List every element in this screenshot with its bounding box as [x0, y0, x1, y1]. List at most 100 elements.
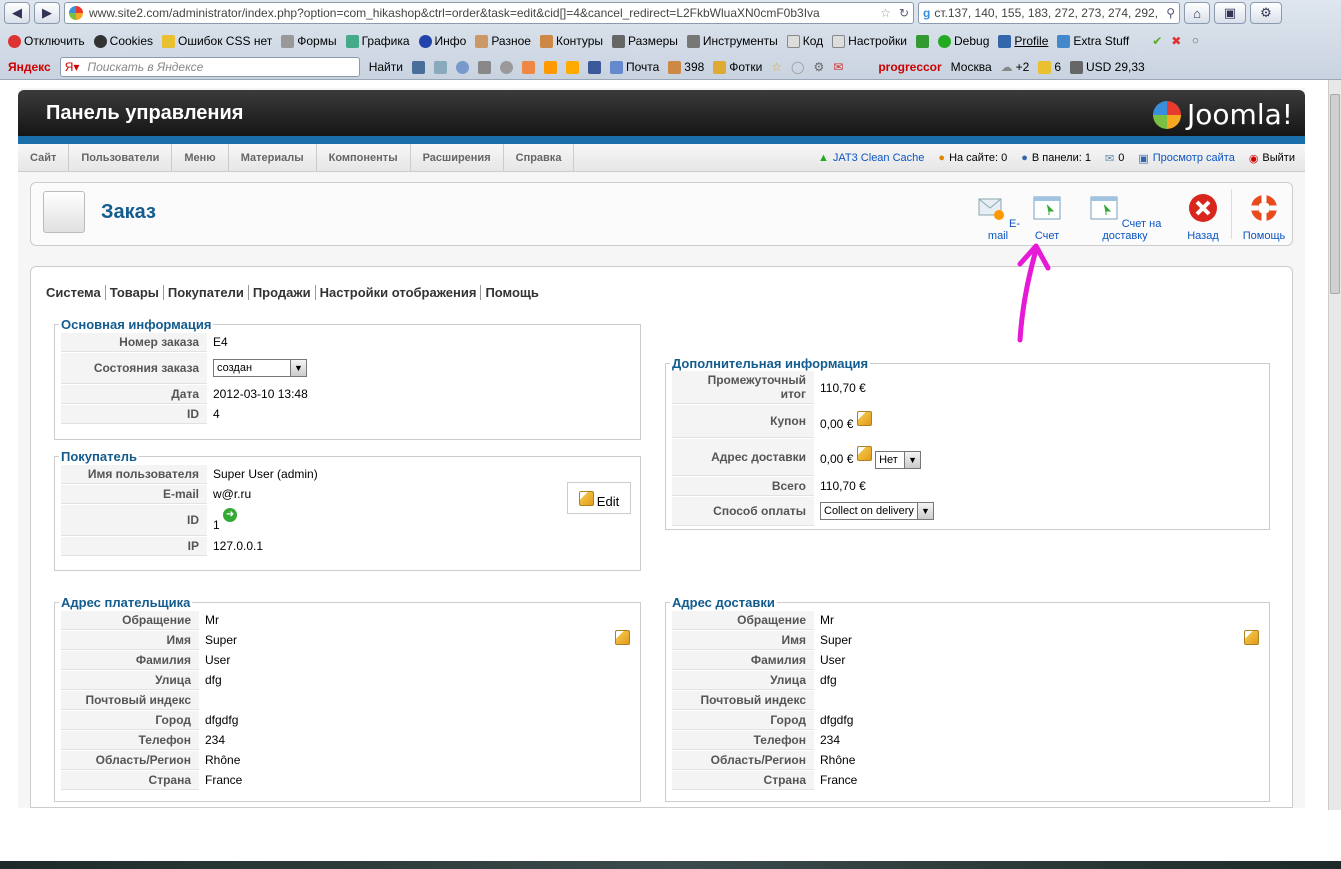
admin-user-icon: ● [1021, 152, 1028, 164]
logout-link[interactable]: ◉ Выйти [1249, 152, 1295, 165]
news-icon[interactable] [477, 60, 491, 74]
shipping-invoice-button[interactable]: Счет на доставку [1077, 193, 1173, 242]
gmail-icon[interactable]: ✉ [833, 60, 843, 74]
devbar-item[interactable]: Инструменты [686, 34, 778, 48]
yandex-user[interactable]: progreccor [878, 60, 941, 74]
forward-button[interactable]: ▶ [34, 2, 60, 24]
yandex-counter[interactable]: 6 [1038, 60, 1061, 74]
field-value: Super [820, 633, 853, 647]
go-arrow-icon[interactable]: ➜ [223, 508, 238, 522]
home-button[interactable]: ⌂ [1184, 2, 1210, 24]
edit-shipping-address-icon[interactable] [1244, 630, 1259, 645]
checkmark-icon[interactable]: ✔ [1152, 34, 1162, 48]
tab-sales[interactable]: Продажи [249, 285, 316, 300]
devbar-item[interactable]: Графика [345, 34, 410, 48]
devbar-item[interactable]: Код [786, 34, 823, 48]
tab-products[interactable]: Товары [106, 285, 164, 300]
view-site-link[interactable]: ▣ Просмотр сайта [1138, 152, 1235, 165]
devbar-item[interactable]: Ошибок CSS нет [162, 34, 272, 48]
devbar-item[interactable]: Размеры [612, 34, 678, 48]
menu-site[interactable]: Сайт [18, 143, 70, 172]
back-button[interactable]: ◀ [4, 2, 30, 24]
letter-icon[interactable] [543, 60, 557, 74]
mail-envelope-icon[interactable] [433, 60, 447, 74]
user-icon[interactable] [455, 60, 469, 74]
messages-count[interactable]: ✉ 0 [1105, 152, 1124, 165]
bookmark-star-icon[interactable]: ☆ [880, 6, 891, 20]
yandex-brand[interactable]: Яндекс [8, 60, 51, 74]
email-button[interactable]: E-mail [975, 193, 1021, 242]
close-toolbar-icon[interactable]: ⚪ [1190, 34, 1200, 48]
bookmarks-button[interactable]: ▣ [1214, 2, 1246, 24]
devbar-item[interactable]: Extra Stuff [1057, 34, 1129, 48]
address-row: Почтовый индекс [672, 690, 1263, 710]
address-row: Улица dfg [672, 670, 1263, 690]
gear-icon[interactable]: ⚙ [813, 60, 824, 74]
yandex-search-input[interactable]: Я▾ Поискать в Яндексе [59, 57, 360, 77]
yandex-mail[interactable]: Почта [609, 60, 659, 74]
menu-content[interactable]: Материалы [229, 143, 317, 172]
tab-customers[interactable]: Покупатели [164, 285, 249, 300]
order-status-select[interactable]: создан ▼ [213, 359, 307, 377]
devbar-item[interactable]: Формы [281, 34, 337, 48]
field-label: Номер заказа [61, 332, 207, 352]
edit-billing-icon[interactable] [615, 630, 630, 645]
cache-icon: ▲ [818, 152, 829, 164]
shipping-method-select[interactable]: Нет ▼ [875, 450, 922, 469]
menu-users[interactable]: Пользователи [69, 143, 173, 172]
tab-help[interactable]: Помощь [481, 285, 542, 300]
devbar-item[interactable]: Разное [475, 34, 531, 48]
scrollbar-thumb[interactable] [1330, 94, 1340, 294]
menu-components[interactable]: Компоненты [317, 143, 411, 172]
devbar-item[interactable]: Profile [998, 34, 1048, 48]
tools-button[interactable]: ⚙ [1250, 2, 1282, 24]
field-value: Rhône [820, 753, 856, 767]
chevron-down-icon: ▼ [904, 451, 921, 468]
devbar-item[interactable]: Cookies [93, 34, 153, 48]
currency-icon [1070, 60, 1084, 74]
edit-shipping-icon[interactable] [856, 445, 872, 461]
alert-icon[interactable] [565, 60, 579, 74]
edit-coupon-icon[interactable] [856, 411, 872, 427]
invoice-button[interactable]: Счет [1025, 193, 1069, 242]
devbar-item[interactable] [916, 34, 929, 48]
payment-method-select[interactable]: Collect on delivery ▼ [820, 502, 934, 520]
tab-system[interactable]: Система [46, 285, 106, 300]
users-icon: ● [938, 152, 946, 164]
field-value: 234 [820, 733, 841, 747]
menu-help[interactable]: Справка [504, 143, 575, 172]
error-icon[interactable]: ✖ [1171, 34, 1181, 48]
field-value: France [820, 773, 858, 787]
vk-icon[interactable] [411, 60, 425, 74]
chat-bubble-icon[interactable]: ◯ [791, 60, 804, 74]
image-icon [345, 34, 359, 48]
search-icon[interactable]: ⚲ [1166, 6, 1175, 20]
devbar-item[interactable]: Контуры [539, 34, 603, 48]
back-toolbar-button[interactable]: Назад [1183, 193, 1223, 242]
facebook-icon[interactable] [587, 60, 601, 74]
yandex-weather[interactable]: ☁ +2 [1001, 60, 1030, 74]
favorites-star-icon[interactable]: ☆ [771, 60, 782, 74]
page-scrollbar[interactable] [1328, 80, 1341, 810]
address-bar[interactable]: www.site2.com/administrator/index.php?op… [64, 2, 914, 24]
help-button[interactable]: Помощь [1239, 193, 1289, 242]
billing-address-fieldset: Адрес плательщика Обращение Mr Имя Super Фам… [54, 595, 641, 802]
devbar-item[interactable]: Debug [938, 34, 989, 48]
yandex-find-button[interactable]: Найти [369, 60, 403, 74]
reload-icon[interactable]: ↻ [899, 6, 909, 20]
devbar-item[interactable]: Отключить [8, 34, 85, 48]
menu-menus[interactable]: Меню [172, 143, 229, 172]
clock-icon[interactable] [499, 60, 513, 74]
yandex-photos[interactable]: Фотки [713, 60, 762, 74]
yandex-currency[interactable]: USD 29,33 [1070, 60, 1145, 74]
edit-customer-button[interactable]: Edit [567, 482, 631, 514]
yandex-city[interactable]: Москва [951, 60, 992, 74]
clean-cache-link[interactable]: ▲ JAT3 Clean Cache [818, 152, 924, 164]
tab-display-settings[interactable]: Настройки отображения [316, 285, 482, 300]
devbar-item[interactable]: Настройки [832, 34, 907, 48]
yandex-mail-count[interactable]: 398 [668, 60, 704, 74]
devbar-item[interactable]: Инфо [418, 34, 466, 48]
browser-search-field[interactable]: g ст.137, 140, 155, 183, 272, 273, 274, … [918, 2, 1180, 24]
music-icon[interactable] [521, 60, 535, 74]
menu-extensions[interactable]: Расширения [411, 143, 504, 172]
